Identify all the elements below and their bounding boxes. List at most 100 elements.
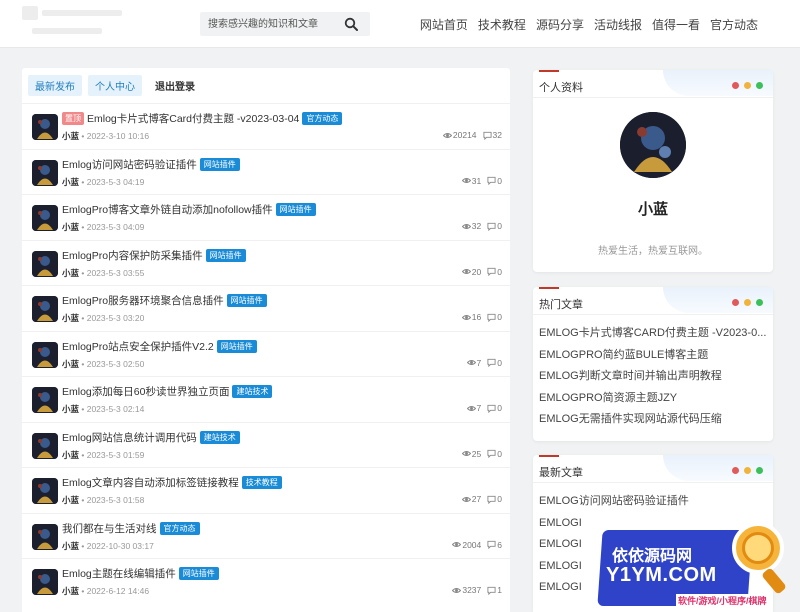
post-author[interactable]: 小蓝 [62,404,79,414]
post-date: 2023-5-3 01:59 [86,449,145,460]
post-title[interactable]: Emlog网站信息统计调用代码 [62,430,197,445]
category-badge[interactable]: 官方动态 [302,112,343,125]
post-author[interactable]: 小蓝 [62,268,79,278]
category-badge[interactable]: 网站插件 [205,248,246,262]
hot-article-link[interactable]: EMLOGPRO简约蓝BULE博客主题 [539,345,767,367]
tab-latest[interactable]: 最新发布 [28,75,82,96]
post-author[interactable]: 小蓝 [62,495,79,505]
post-title[interactable]: EmlogPro内容保护防采集插件 [62,248,203,263]
post-thumbnail[interactable] [32,296,58,322]
comments-count: 1 [497,585,502,595]
post-thumbnail[interactable] [32,569,58,595]
post-row[interactable]: 置顶 Emlog卡片式博客Card付费主题 -v2023-03-04 官方动态 小蓝 … [22,103,510,149]
category-badge[interactable]: 官方动态 [159,521,200,535]
category-badge[interactable]: 网站插件 [199,157,240,171]
post-row[interactable]: Emlog网站信息统计调用代码 建站技术 小蓝 • 2023-5-3 01:59 25… [22,421,510,468]
post-thumbnail[interactable] [32,523,58,550]
post-thumbnail[interactable] [32,478,58,504]
post-meta: 小蓝 • 2023-5-3 01:58 [62,495,145,505]
magnifier-lens [742,532,774,564]
post-date: 2022-3-10 10:16 [86,131,150,141]
category-badge[interactable]: 网站插件 [226,294,267,307]
post-row[interactable]: Emlog访问网站密码验证插件 网站插件 小蓝 • 2023-5-3 04:19 31… [22,148,510,195]
post-author[interactable]: 小蓝 [62,359,79,369]
search-input[interactable] [208,15,338,33]
post-list-panel: 最新发布 个人中心 退出登录 置顶 Emlog卡片式博客Card付费主题 -v20… [22,68,510,612]
hot-article-link[interactable]: EMLOG无需插件实现网站源代码压缩 [539,409,767,431]
post-meta: 小蓝 • 2023-5-3 02:50 [62,358,145,369]
post-author[interactable]: 小蓝 [62,586,79,596]
post-row[interactable]: EmlogPro内容保护防采集插件 网站插件 小蓝 • 2023-5-3 03:55… [22,239,510,286]
latest-article-link[interactable]: EMLOG访问网站密码验证插件 [539,491,767,513]
watermark-domain: Y1YM.COM [606,564,717,586]
category-badge[interactable]: 建站技术 [232,385,273,398]
post-title[interactable]: Emlog卡片式博客Card付费主题 -v2023-03-04 [87,111,299,126]
post-thumbnail[interactable] [32,387,58,413]
hot-article-link[interactable]: EMLOG判断文章时间并输出声明教程 [539,366,767,388]
nav-home[interactable]: 网站首页 [420,16,468,33]
profile-heading: 个人资料 [539,82,583,94]
category-badge[interactable]: 网站插件 [216,339,257,353]
search-icon[interactable] [344,17,358,31]
post-row[interactable]: EmlogPro服务器环境聚合信息插件 网站插件 小蓝 • 2023-5-3 03:… [22,285,510,331]
views-count: 20214 [452,130,477,140]
post-title-row: Emlog访问网站密码验证插件 网站插件 [62,157,240,172]
site-logo[interactable] [22,6,132,40]
site-watermark: 依依源码网 Y1YM.COM 软件/游戏/小程序/棋牌 [592,520,800,612]
post-title[interactable]: EmlogPro服务器环境聚合信息插件 [62,293,224,308]
comment-icon [482,131,492,140]
post-author[interactable]: 小蓝 [62,222,79,232]
post-row[interactable]: EmlogPro站点安全保护插件V2.2 网站插件小蓝 • 2023-5-3 02… [22,330,510,377]
category-badge[interactable]: 建站技术 [199,430,240,444]
green-dot-icon [756,467,763,474]
pinned-badge: 置顶 [62,112,84,125]
post-row[interactable]: 我们都在与生活对线 官方动态 小蓝 • 2022-10-30 03:17 2004 6 [22,512,510,559]
post-row[interactable]: Emlog文章内容自动添加标签链接教程 技术教程小蓝 • 2023-5-3 01:… [22,467,510,513]
views-count: 16 [471,312,482,322]
post-title[interactable]: EmlogPro博客文章外链自动添加nofollow插件 [62,202,273,217]
comments-stat: 0 [487,403,502,413]
post-author[interactable]: 小蓝 [62,131,79,141]
post-title[interactable]: Emlog添加每日60秒读世界独立页面 [62,384,229,399]
post-row[interactable]: EmlogPro博客文章外链自动添加nofollow插件 网站插件 小蓝 • 202… [22,194,510,240]
post-thumbnail[interactable] [32,205,58,231]
post-row[interactable]: Emlog添加每日60秒读世界独立页面 建站技术 小蓝 • 2023-5-3 02:… [22,376,510,422]
post-author[interactable]: 小蓝 [62,313,79,323]
comments-count: 0 [497,403,502,413]
nav-official-news[interactable]: 官方动态 [710,16,758,33]
nav-tutorials[interactable]: 技术教程 [478,16,526,33]
views-stat: 20214 [442,130,477,140]
comments-stat: 0 [487,267,502,277]
post-row[interactable]: Emlog主题在线编辑插件 网站插件 小蓝 • 2022-6-12 14:46 323… [22,558,510,604]
nav-activities[interactable]: 活动线报 [594,16,642,33]
nav-worth-seeing[interactable]: 值得一看 [652,16,700,33]
post-title[interactable]: Emlog文章内容自动添加标签链接教程 [62,475,239,490]
comments-count: 0 [497,266,502,277]
post-author[interactable]: 小蓝 [62,450,79,460]
avatar[interactable] [620,112,686,178]
post-thumbnail[interactable] [32,159,58,186]
post-stats: 27 0 [461,494,502,504]
post-thumbnail[interactable] [32,250,58,277]
post-title[interactable]: EmlogPro站点安全保护插件V2.2 [62,339,214,354]
post-title[interactable]: Emlog访问网站密码验证插件 [62,157,197,172]
post-title[interactable]: Emlog主题在线编辑插件 [62,566,176,581]
nav-source-share[interactable]: 源码分享 [536,16,584,33]
category-badge[interactable]: 网站插件 [275,203,316,216]
post-author[interactable]: 小蓝 [62,541,79,551]
hot-article-link[interactable]: EMLOG卡片式博客CARD付费主题 -V2023-0... [539,323,767,345]
hot-article-link[interactable]: EMLOGPRO简资源主题JZY [539,388,767,410]
comment-icon [487,449,496,458]
post-thumbnail[interactable] [32,341,58,368]
post-title[interactable]: 我们都在与生活对线 [62,521,157,536]
category-badge[interactable]: 网站插件 [178,567,219,580]
post-stats: 31 0 [461,176,502,186]
views-stat: 27 [461,494,481,504]
post-thumbnail[interactable] [32,432,58,459]
tab-user-center[interactable]: 个人中心 [88,75,142,96]
post-thumbnail[interactable] [32,114,58,140]
tab-logout[interactable]: 退出登录 [148,75,202,96]
post-date: 2023-5-3 04:09 [86,222,145,232]
post-author[interactable]: 小蓝 [62,177,79,187]
category-badge[interactable]: 技术教程 [241,476,282,489]
